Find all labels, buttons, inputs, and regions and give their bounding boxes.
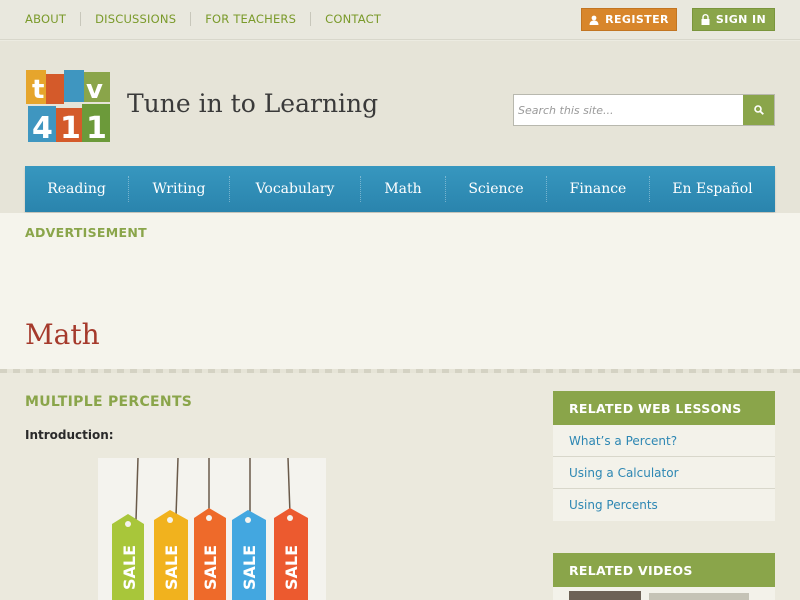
nav-writing[interactable]: Writing xyxy=(129,166,229,212)
nav-science[interactable]: Science xyxy=(446,166,546,212)
title-band: ADVERTISEMENT Math xyxy=(0,213,800,371)
video-thumbnail[interactable] xyxy=(569,591,641,600)
top-nav: ABOUT DISCUSSIONS FOR TEACHERS CONTACT xyxy=(25,12,381,26)
related-lesson-link[interactable]: What’s a Percent? xyxy=(553,425,775,457)
related-videos-title: RELATED VIDEOS xyxy=(553,553,775,587)
top-nav-for-teachers[interactable]: FOR TEACHERS xyxy=(205,12,296,26)
video-title-placeholder[interactable] xyxy=(649,593,749,600)
svg-text:1: 1 xyxy=(86,111,107,144)
nav-reading[interactable]: Reading xyxy=(25,166,128,212)
svg-text:4: 4 xyxy=(32,111,53,144)
search-input[interactable] xyxy=(514,95,743,125)
nav-math[interactable]: Math xyxy=(361,166,445,212)
sign-in-label: SIGN IN xyxy=(715,13,767,26)
sale-tag-text: SALE xyxy=(240,545,259,590)
top-nav-discussions[interactable]: DISCUSSIONS xyxy=(95,12,176,26)
lock-icon xyxy=(701,14,710,25)
svg-text:1: 1 xyxy=(60,111,81,144)
nav-vocabulary[interactable]: Vocabulary xyxy=(230,166,360,212)
register-button[interactable]: REGISTER xyxy=(581,8,677,31)
main-content: MULTIPLE PERCENTS Introduction: SALE SAL… xyxy=(0,373,800,600)
sale-tag-text: SALE xyxy=(282,545,301,590)
divider xyxy=(190,12,192,26)
svg-text:t: t xyxy=(32,75,44,105)
site-name: Tune in to Learning xyxy=(127,89,379,118)
top-bar: ABOUT DISCUSSIONS FOR TEACHERS CONTACT R… xyxy=(0,0,800,40)
divider xyxy=(310,12,312,26)
page-title: Math xyxy=(25,318,100,351)
divider xyxy=(80,12,82,26)
nav-en-espanol[interactable]: En Español xyxy=(650,166,775,212)
related-web-lessons-panel: RELATED WEB LESSONS What’s a Percent? Us… xyxy=(553,391,775,521)
lesson-title: MULTIPLE PERCENTS xyxy=(25,394,193,410)
related-lesson-link[interactable]: Using a Calculator xyxy=(553,457,775,489)
top-nav-contact[interactable]: CONTACT xyxy=(325,12,381,26)
top-nav-about[interactable]: ABOUT xyxy=(25,12,66,26)
related-lesson-link[interactable]: Using Percents xyxy=(553,489,775,521)
sale-tag-text: SALE xyxy=(162,545,181,590)
sale-tag-text: SALE xyxy=(120,545,139,590)
sale-tag-text: SALE xyxy=(201,545,220,590)
user-icon xyxy=(589,15,599,25)
advertisement-label: ADVERTISEMENT xyxy=(25,225,147,240)
search-icon xyxy=(753,105,764,115)
register-label: REGISTER xyxy=(605,13,669,26)
site-logo[interactable]: t v 4 1 1 xyxy=(26,70,112,144)
introduction-label: Introduction: xyxy=(25,428,114,442)
svg-text:v: v xyxy=(86,75,103,105)
related-web-lessons-title: RELATED WEB LESSONS xyxy=(553,391,775,425)
sign-in-button[interactable]: SIGN IN xyxy=(692,8,775,31)
search-box xyxy=(513,94,775,126)
sale-tags-image: SALE SALE SALE SALE SALE xyxy=(98,458,326,600)
related-videos-panel: RELATED VIDEOS xyxy=(553,553,775,600)
nav-finance[interactable]: Finance xyxy=(547,166,649,212)
main-nav: Reading Writing Vocabulary Math Science … xyxy=(25,166,775,212)
search-button[interactable] xyxy=(743,95,774,125)
